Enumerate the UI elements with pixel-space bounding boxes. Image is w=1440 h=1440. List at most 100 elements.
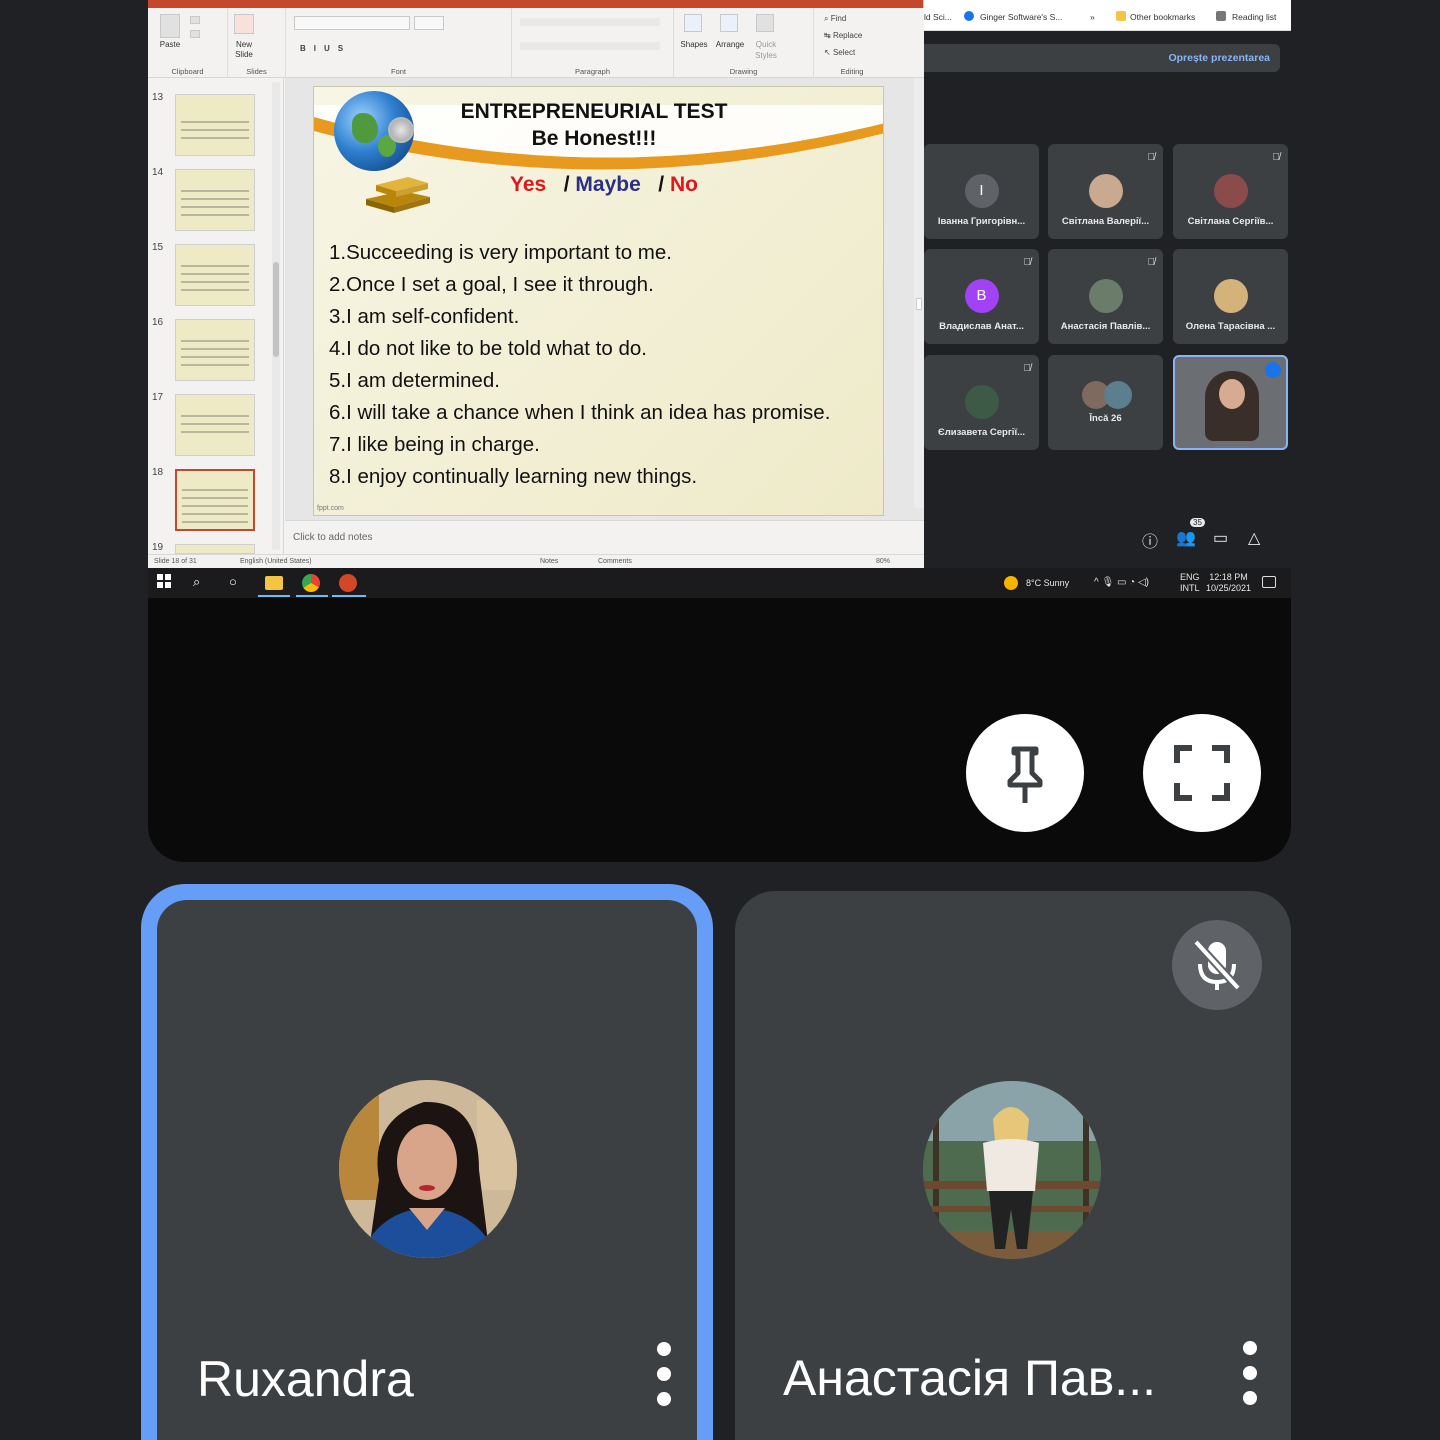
notifications-icon[interactable] [1262,576,1276,588]
select-button[interactable]: ↖ Select [824,48,855,57]
slide-thumbnail[interactable] [175,394,255,456]
mic-off-button[interactable] [1172,920,1262,1010]
comments-toggle[interactable]: Comments [598,558,632,565]
participant-tile[interactable]: 🎙̸ Єлизавета Сергії... [924,355,1039,450]
system-tray-icons[interactable]: ^ 🎙 ▭ ◔ ◁) [1094,577,1149,588]
participant-name: Ruxandra [197,1351,414,1407]
copy-icon[interactable] [190,30,200,38]
cut-icon[interactable] [190,16,200,24]
zoom-level[interactable]: 80% [876,558,890,565]
pin-button[interactable] [966,714,1084,832]
editor-scrollbar[interactable] [914,78,924,508]
paste-icon[interactable] [160,14,180,38]
more-vert-icon[interactable] [657,1342,671,1406]
more-vert-icon[interactable] [1243,1341,1257,1405]
people-icon[interactable]: 👥 [1176,528,1196,548]
current-slide[interactable]: ENTREPRENEURIAL TEST Be Honest!!! Yes / … [313,86,884,516]
paragraph-buttons-row2[interactable] [520,42,660,50]
info-icon[interactable]: ⓘ [1142,528,1158,552]
search-icon[interactable]: ⌕ [193,574,211,592]
bookmark-item[interactable]: Other bookmarks [1130,12,1195,22]
more-participants-tile[interactable]: Încă 26 [1048,355,1163,450]
notes-pane[interactable]: Click to add notes [285,520,924,554]
thumb-number: 13 [152,92,164,103]
avatar [1088,174,1123,208]
more-participants-label: Încă 26 [1089,413,1122,424]
browser-bookmarks-bar: ld Sci... Ginger Software's S... » Other… [924,0,1291,31]
slide-thumbnail-active[interactable] [175,469,255,531]
statement-item: 5.I am determined. [329,369,500,392]
participant-tile-inner: Ruxandra [157,900,697,1440]
powerpoint-icon[interactable] [339,574,357,592]
option-maybe: Maybe [575,173,641,196]
participant-name: Анастасія Пав... [783,1350,1156,1406]
bookmark-overflow[interactable]: » [1090,12,1095,22]
chrome-icon[interactable] [302,574,320,592]
presentation-stage: Paste Clipboard New Slide Slides BIUS Fo… [148,0,1291,862]
avatar [1213,279,1248,313]
fullscreen-button[interactable] [1143,714,1261,832]
replace-button[interactable]: ↹ Replace [824,31,862,40]
participant-tile[interactable]: 🎙̸ Світлана Валерії... [1048,144,1163,239]
slide-thumbnail[interactable] [175,244,255,306]
file-explorer-icon[interactable] [265,576,283,590]
quick-styles-icon[interactable] [756,14,774,32]
slide-thumbnail[interactable] [175,169,255,231]
new-slide-label-1: New [235,40,252,49]
ginger-icon [964,11,974,21]
participant-name: Єлизавета Сергії... [937,427,1026,438]
shapes-icon[interactable] [684,14,702,32]
task-view-icon[interactable]: ○ [229,574,247,592]
participant-tile[interactable]: 🎙̸ B Владислав Анат... [924,249,1039,344]
option-no: No [669,173,698,196]
ppt-status-bar: Slide 18 of 31 English (United States) N… [148,554,924,568]
participant-tile[interactable]: 🎙̸ Анастасія Павлів... [1048,249,1163,344]
participant-tile[interactable]: Олена Тарасівна ... [1173,249,1288,344]
slide-thumbnail[interactable] [175,94,255,156]
shapes-label: Shapes [680,40,708,49]
font-name-select[interactable] [294,16,410,30]
drawing-group-label: Drawing [729,67,758,76]
statement-item: 4.I do not like to be told what to do. [329,337,647,360]
bookmark-item[interactable]: Ginger Software's S... [980,12,1062,22]
slide-thumbnail[interactable] [175,319,255,381]
arrange-icon[interactable] [720,14,738,32]
bookmark-item[interactable]: ld Sci... [924,12,952,22]
paragraph-buttons-row1[interactable] [520,18,660,26]
participant-count-badge: 35 [1190,518,1205,527]
slides-group-label: Slides [246,67,267,76]
statement-item: 6.I will take a chance when I think an i… [329,401,831,424]
meet-panel-screenshot: Oprește prezentarea І Іванна Григорівн..… [924,31,1291,568]
bookmark-item[interactable]: Reading list [1232,12,1276,22]
activities-icon[interactable]: △ [1248,528,1260,548]
participant-tile[interactable]: 🎙̸ Світлана Сергіїв... [1173,144,1288,239]
avatar [1088,279,1123,313]
clock-time: 12:18 PM [1209,572,1248,582]
chat-icon[interactable]: ▭ [1213,528,1228,548]
stop-presenting-button[interactable]: Oprește prezentarea [1168,52,1270,64]
font-size-select[interactable] [414,16,444,30]
notes-toggle[interactable]: Notes [540,558,558,565]
participant-tile[interactable]: І Іванна Григорівн... [924,144,1039,239]
slide-thumbnail[interactable] [175,544,255,554]
mic-off-icon [1193,939,1241,991]
input-language[interactable]: ENG INTL [1180,572,1200,594]
slides-group: New Slide Slides [228,8,286,78]
thumb-number: 18 [152,467,164,478]
clock[interactable]: 12:18 PM 10/25/2021 [1206,572,1251,594]
new-slide-icon[interactable] [234,14,254,34]
find-button[interactable]: ⌕ Find [824,14,846,24]
keyboard-layout: INTL [1180,583,1200,593]
keyhole-icon [388,117,414,143]
font-group: BIUS Font [286,8,512,78]
presenter-video-tile[interactable] [1173,355,1288,450]
thumbnail-scrollbar[interactable] [272,82,280,550]
avatar [339,1080,517,1258]
avatar [964,385,999,419]
slide-counter: Slide 18 of 31 [154,558,197,565]
font-format-buttons[interactable]: BIUS [300,44,351,53]
meet-app: Paste Clipboard New Slide Slides BIUS Fo… [0,0,1440,1440]
participant-tile-speaking[interactable]: Ruxandra [141,884,713,1440]
windows-start-icon[interactable] [157,574,175,592]
weather-text[interactable]: 8°C Sunny [1026,578,1069,589]
